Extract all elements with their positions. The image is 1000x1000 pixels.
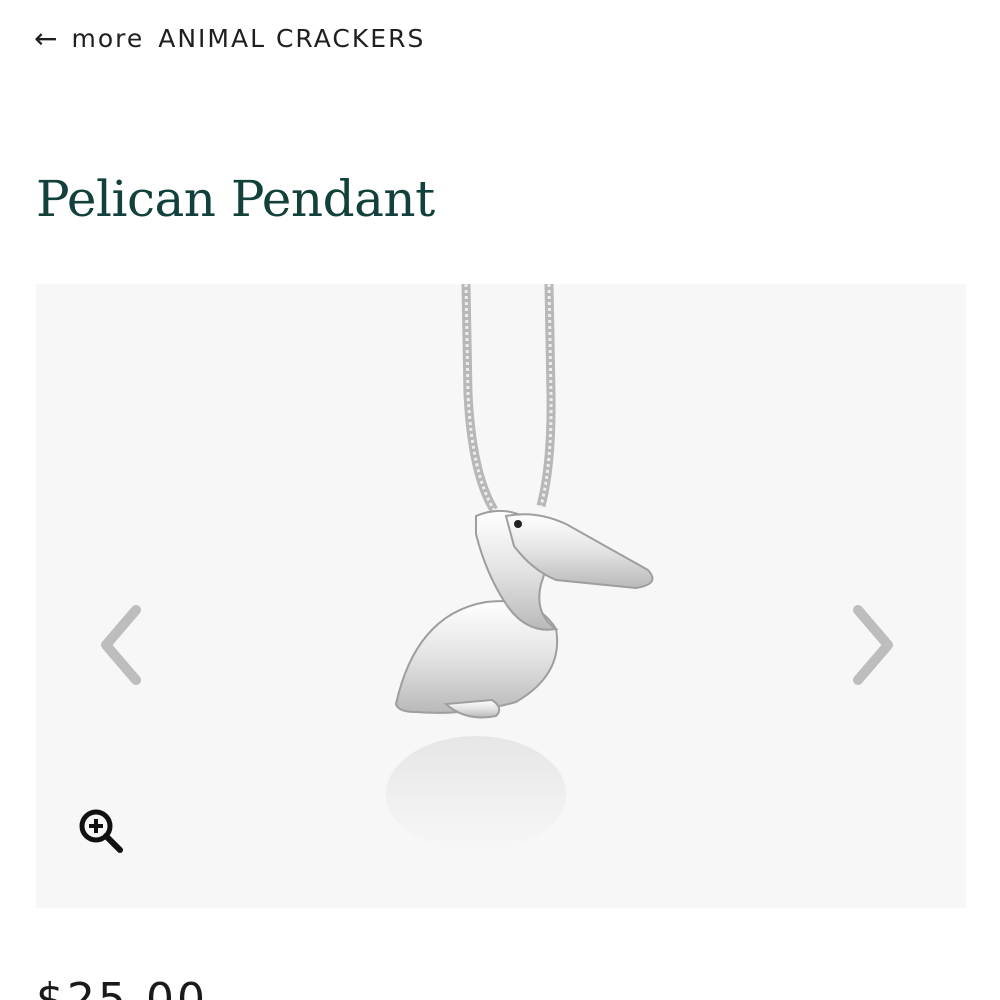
zoom-in-icon	[79, 809, 123, 853]
pendant-reflection	[386, 736, 566, 852]
pendant-eye	[514, 520, 522, 528]
gallery-prev-button[interactable]	[78, 590, 158, 690]
gallery-next-button[interactable]	[836, 590, 916, 690]
pendant-feet	[443, 698, 501, 719]
back-arrow-icon: ←	[34, 22, 58, 55]
back-link-category: ANIMAL CRACKERS	[158, 24, 426, 53]
back-to-category-link[interactable]: ← more ANIMAL CRACKERS	[34, 22, 425, 55]
chevron-right-icon	[853, 605, 893, 685]
zoom-button[interactable]	[76, 806, 126, 856]
product-price: $25.00	[36, 974, 208, 1000]
back-link-prefix: more	[71, 24, 145, 53]
product-image-gallery	[36, 284, 966, 908]
product-title: Pelican Pendant	[36, 170, 435, 228]
product-image	[386, 284, 654, 852]
chevron-left-icon	[101, 605, 141, 685]
